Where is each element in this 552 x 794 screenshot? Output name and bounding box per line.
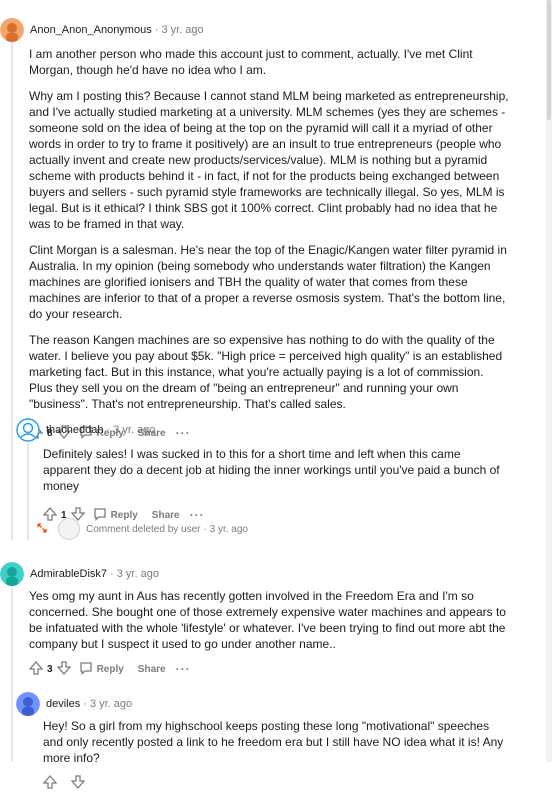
comment-paragraph: Why am I posting this? Because I cannot …: [29, 89, 509, 231]
comment-deviles: deviles · 3 yr. ago Hey! So a girl from …: [16, 692, 512, 794]
scrollbar[interactable]: [546, 0, 552, 762]
comment-body: I am another person who made this accoun…: [29, 46, 509, 412]
comment-body: Hey! So a girl from my highschool keeps …: [43, 718, 511, 766]
timestamp[interactable]: · 3 yr. ago: [110, 568, 159, 580]
timestamp[interactable]: · 3 yr. ago: [155, 24, 204, 36]
deleted-avatar: [58, 518, 80, 540]
comment-paragraph: Definitely sales! I was sucked in to thi…: [43, 447, 500, 493]
more-icon[interactable]: ···: [176, 662, 191, 676]
comment-paragraph: The reason Kangen machines are so expens…: [29, 333, 503, 411]
comment-header: Anon_Anon_Anonymous · 3 yr. ago: [0, 18, 512, 42]
comment-actions: [42, 772, 512, 794]
comment-body: Definitely sales! I was sucked in to thi…: [43, 446, 511, 494]
timestamp[interactable]: · 3 yr. ago: [83, 698, 132, 710]
comment-header: deviles · 3 yr. ago: [16, 692, 512, 716]
comment-thacheddah: thacheddah · 3 yr. ago Definitely sales!…: [16, 418, 512, 526]
reply-button[interactable]: Reply: [97, 664, 124, 675]
avatar[interactable]: [16, 692, 40, 716]
deleted-text: Comment deleted by user: [86, 523, 201, 535]
scrollbar-thumb[interactable]: [547, 0, 551, 120]
comment-paragraph: Yes omg my aunt in Aus has recently gott…: [29, 589, 506, 651]
upvote-icon[interactable]: [28, 660, 44, 678]
expand-arrows-icon[interactable]: [36, 522, 48, 537]
author-name[interactable]: thacheddah: [46, 424, 104, 436]
comment-bubble-icon[interactable]: [79, 661, 93, 678]
timestamp: · 3 yr. ago: [203, 523, 248, 535]
comment-header: AdmirableDisk7 · 3 yr. ago: [0, 562, 512, 586]
share-button[interactable]: Share: [138, 664, 166, 675]
comment-paragraph: Clint Morgan is a salesman. He's near th…: [29, 243, 507, 321]
author-name[interactable]: AdmirableDisk7: [30, 568, 107, 580]
avatar[interactable]: [16, 418, 40, 442]
author-name[interactable]: Anon_Anon_Anonymous: [30, 24, 152, 36]
timestamp[interactable]: · 3 yr. ago: [107, 424, 156, 436]
comment-paragraph: Hey! So a girl from my highschool keeps …: [43, 719, 504, 765]
upvote-icon[interactable]: [42, 774, 58, 792]
downvote-icon[interactable]: [56, 660, 71, 678]
comment-paragraph: I am another person who made this accoun…: [29, 47, 473, 77]
avatar[interactable]: [0, 18, 24, 42]
deleted-comment: Comment deleted by user · 3 yr. ago: [36, 518, 248, 540]
comment-actions: 3 Reply Share ···: [28, 658, 512, 680]
avatar[interactable]: [0, 562, 24, 586]
comment-admirabledisk7: AdmirableDisk7 · 3 yr. ago Yes omg my au…: [0, 562, 512, 680]
vote-count: 3: [47, 663, 53, 675]
comment-anon: Anon_Anon_Anonymous · 3 yr. ago I am ano…: [0, 18, 512, 444]
downvote-icon[interactable]: [70, 774, 86, 792]
author-name[interactable]: deviles: [46, 698, 80, 710]
comment-header: thacheddah · 3 yr. ago: [16, 418, 512, 442]
comment-body: Yes omg my aunt in Aus has recently gott…: [29, 588, 509, 652]
